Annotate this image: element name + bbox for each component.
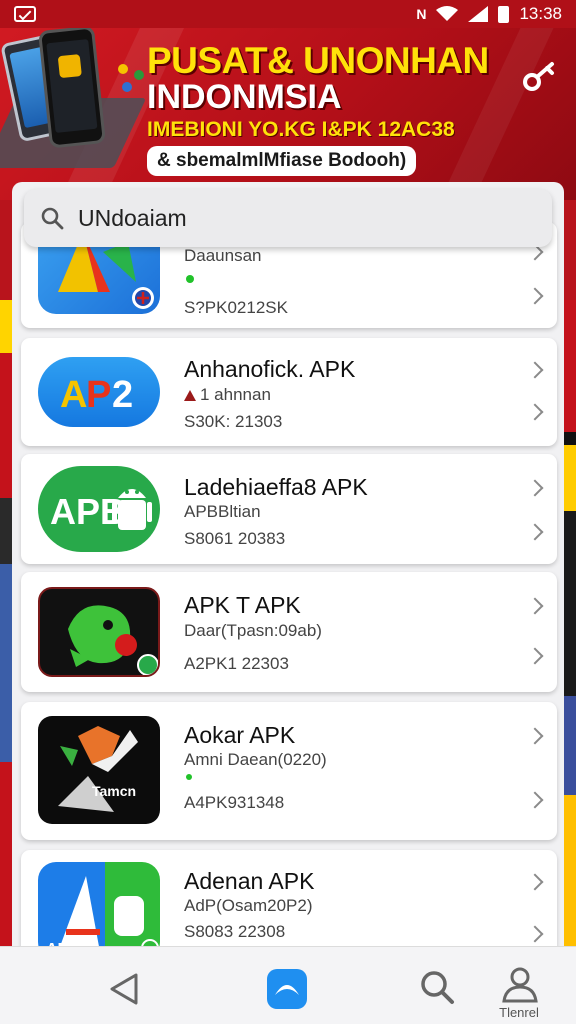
app-developer: Amni Daean(0220) [184,750,327,769]
app-size: A2PK1 22303 [184,654,289,673]
app-size: S30K: 21303 [184,412,283,431]
app-developer: AdP(Osam20P2) [184,896,313,915]
list-item[interactable]: APK T APK Daar(Tpasn:09ab) A2PK1 22303 [21,572,557,692]
app-developer: APBBltian [184,502,261,521]
bottom-navigation: Tlenrel [0,946,576,1024]
chevron-right-icon[interactable] [526,287,544,305]
apb-green-android-icon: APB [38,466,160,552]
banner-subtitle: IMEBIONI YO.KG I&PK 12AC38 [147,118,455,141]
search-icon[interactable] [417,967,457,1007]
app-developer: Daar(Tpasn:09ab) [184,621,322,640]
svg-text:P: P [86,374,111,416]
app-size: A4PK931348 [184,793,285,812]
chevron-right-icon[interactable] [526,791,544,809]
app-developer: 1 ahnnan [200,385,271,404]
app-size: S?PK0212SK [184,298,288,317]
list-item[interactable]: A P 2 Anhanofick. APK 1 ahnnan S30K: 213… [21,338,557,446]
warning-icon [184,390,196,402]
green-bird-icon [38,587,160,677]
list-item[interactable]: APE Adenan APK AdP(Osam20P2) S8083 22308 [21,850,557,960]
svg-text:A: A [60,374,87,416]
profile-icon[interactable] [498,963,542,1007]
profile-label: Tlenrel [499,1005,539,1020]
side-decoration-right [562,300,576,960]
app-size: S8061 20383 [184,529,286,548]
banner-tagline: & sbemalmlMfiase Bodooh) [147,146,417,176]
search-bar[interactable] [24,189,552,247]
ap2-blue-icon: A P 2 [38,357,160,427]
svg-text:2: 2 [112,374,133,416]
chevron-right-icon[interactable] [526,647,544,665]
orange-fox-icon: Tamcn [38,716,160,824]
chevron-right-icon[interactable] [526,523,544,541]
promo-banner[interactable]: PUSAT& UNONHAN INDONMSIA IMEBIONI YO.KG … [0,28,576,200]
chevron-right-icon[interactable] [526,361,544,379]
app-name: Ladehiaeffa8 APK [184,474,368,500]
app-size: S8083 22308 [184,922,286,941]
app-name: Aokar APK [184,722,296,748]
chevron-right-icon[interactable] [526,873,544,891]
home-button[interactable] [267,969,307,1009]
chevron-right-icon[interactable] [526,403,544,421]
chevron-right-icon[interactable] [526,925,544,943]
chevron-right-icon[interactable] [526,597,544,615]
search-input[interactable] [78,204,518,232]
chevron-right-icon[interactable] [526,479,544,497]
nfc-icon: N [416,6,427,22]
home-icon [275,985,299,995]
status-time: 13:38 [519,4,562,23]
search-icon [41,207,64,230]
app-developer-row: 1 ahnnan [184,385,271,405]
key-icon[interactable] [520,56,560,96]
status-dot-icon [186,774,192,780]
status-bar: N 13:38 [0,0,576,28]
notification-icon [14,6,36,22]
app-name: Anhanofick. APK [184,356,356,382]
signal-icon [468,6,489,22]
svg-text:Tamcn: Tamcn [92,783,136,799]
status-dot-icon [186,275,194,283]
wifi-icon [436,6,459,21]
app-developer: Daaunsan [184,246,262,265]
back-icon[interactable] [104,969,144,1009]
app-name: APK T APK [184,592,301,618]
chevron-right-icon[interactable] [526,727,544,745]
devices-illustration [0,28,150,188]
battery-icon [498,5,510,23]
banner-title-line2: INDONMSIA [147,78,342,116]
app-name: Adenan APK [184,868,315,894]
app-list-panel: Daaunsan S?PK0212SK A P 2 Anhanofick. AP… [12,182,564,1024]
list-item[interactable]: APB Ladehiaeffa8 APK APBBltian S8061 203… [21,454,557,564]
list-item[interactable]: Tamcn Aokar APK Amni Daean(0220) A4PK931… [21,702,557,840]
banner-title: PUSAT& UNONHAN [147,40,489,81]
